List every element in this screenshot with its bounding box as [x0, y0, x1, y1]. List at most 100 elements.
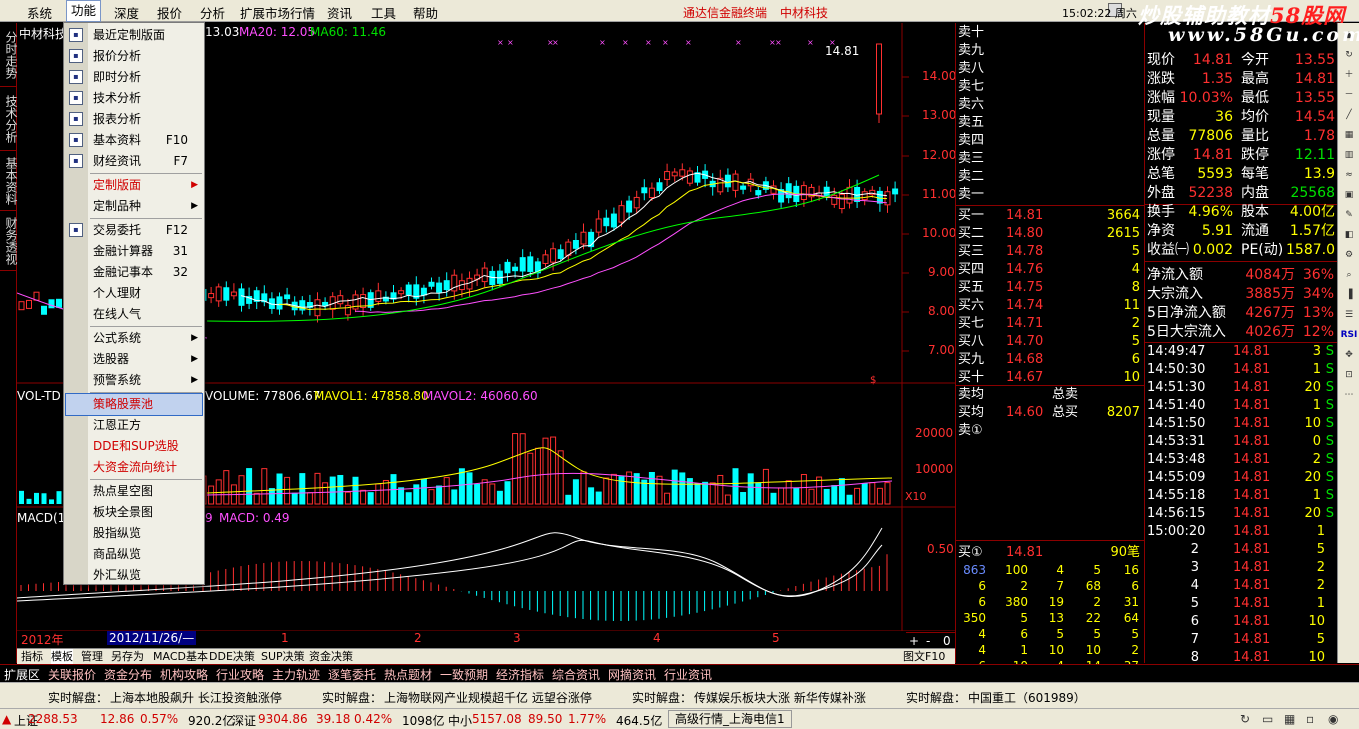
ext-tab[interactable]: 逐笔委托	[328, 666, 376, 683]
refresh-icon[interactable]: ↻	[1340, 47, 1358, 63]
ext-tab[interactable]: 机构攻略	[160, 666, 208, 683]
indicator-tab[interactable]: 另存为	[111, 649, 144, 665]
ticker-headline[interactable]: 传媒娱乐板块大涨 新华传媒补涨	[694, 689, 866, 706]
move-icon[interactable]: ✥	[1340, 347, 1358, 363]
ticker-headline[interactable]: 上海本地股飙升 长江投资触涨停	[110, 689, 282, 706]
ext-tab[interactable]: 热点题材	[384, 666, 432, 683]
ext-tab[interactable]: 一致预期	[440, 666, 488, 683]
bid-row[interactable]: 买三 14.78 5	[956, 243, 1145, 261]
zoom-minus-button[interactable]: -	[926, 634, 930, 648]
ext-tab[interactable]: 关联报价	[48, 666, 96, 683]
menu-item[interactable]: ▪ 交易委托 F12	[64, 220, 204, 241]
search-icon[interactable]: ⌕	[1340, 267, 1358, 283]
settings-icon[interactable]: ⚙	[1340, 247, 1358, 263]
zoom-in-icon[interactable]: ＋	[1340, 67, 1358, 83]
tools-icon[interactable]: ✎	[1340, 207, 1358, 223]
list-icon[interactable]: ☰	[1340, 307, 1358, 323]
menu-item[interactable]: 外汇纵览	[64, 565, 204, 586]
menu-tools[interactable]: 工具	[371, 3, 396, 22]
bid-row[interactable]: 买五 14.75 8	[956, 279, 1145, 297]
ext-tab[interactable]: 网摘资讯	[608, 666, 656, 683]
ask-row[interactable]: 卖一	[956, 186, 1145, 204]
refresh-icon[interactable]: ↻	[1240, 712, 1250, 726]
menu-item[interactable]: 公式系统 ▶	[64, 328, 204, 349]
menu-item[interactable]: 个人理财	[64, 283, 204, 304]
bid-row[interactable]: 买二 14.80 2615	[956, 225, 1145, 243]
menu-item[interactable]: ▪ 最近定制版面	[64, 25, 204, 46]
indicator-tab[interactable]: 模板	[51, 649, 73, 665]
ticker-headline[interactable]: 上海物联网产业规模超千亿 远望谷涨停	[384, 689, 592, 706]
menu-item[interactable]: 商品纵览	[64, 544, 204, 565]
ask-row[interactable]: 卖二	[956, 168, 1145, 186]
bid-row[interactable]: 买七 14.71 2	[956, 315, 1145, 333]
ext-tab[interactable]: 综合资讯	[552, 666, 600, 683]
ask-row[interactable]: 卖六	[956, 96, 1145, 114]
ask-row[interactable]: 卖五	[956, 114, 1145, 132]
ask-row[interactable]: 卖七	[956, 78, 1145, 96]
indicator-tab[interactable]: MACD基本	[153, 649, 208, 665]
ticker-headline[interactable]: 中国重工（601989）	[968, 689, 1086, 706]
indicator-tab[interactable]: SUP决策	[261, 649, 305, 665]
lock-icon[interactable]: ⊡	[1340, 367, 1358, 383]
indicator-tab[interactable]: 管理	[81, 649, 103, 665]
window-icon[interactable]: ▣	[1340, 187, 1358, 203]
tab-technical[interactable]: 技术分析	[0, 87, 18, 151]
f10-button[interactable]: 图文F10	[903, 649, 945, 665]
bid-row[interactable]: 买六 14.74 11	[956, 297, 1145, 315]
ask-row[interactable]: 卖八	[956, 60, 1145, 78]
menu-item[interactable]: 大资金流向统计	[64, 457, 204, 478]
overlay-icon[interactable]: ◧	[1340, 227, 1358, 243]
menu-item[interactable]: 金融计算器 31	[64, 241, 204, 262]
ask-row[interactable]: 卖九	[956, 42, 1145, 60]
ext-tab[interactable]: 扩展区	[4, 666, 40, 683]
menu-extended-market[interactable]: 扩展市场行情	[240, 3, 315, 22]
tab-financials[interactable]: 财务透视	[0, 211, 18, 271]
menu-item[interactable]: 金融记事本 32	[64, 262, 204, 283]
tab-intraday[interactable]: 分时走势	[0, 23, 18, 87]
bid-row[interactable]: 买八 14.70 5	[956, 333, 1145, 351]
broadcast-icon[interactable]: ◉	[1328, 712, 1338, 726]
menu-item[interactable]: ▪ 基本资料 F10	[64, 130, 204, 151]
ask-row[interactable]: 卖四	[956, 132, 1145, 150]
grid-icon[interactable]: ▦	[1340, 127, 1358, 143]
menu-item[interactable]: 定制版面 ▶	[64, 175, 204, 196]
menu-item[interactable]: DDE和SUP选股	[64, 436, 204, 457]
menu-item[interactable]: 预警系统 ▶	[64, 370, 204, 391]
menu-item[interactable]: 在线人气	[64, 304, 204, 325]
indicator-tab[interactable]: 资金决策	[309, 649, 353, 665]
menu-item[interactable]: 热点星空图	[64, 481, 204, 502]
menu-item[interactable]: 定制品种 ▶	[64, 196, 204, 217]
menu-quote[interactable]: 报价	[157, 3, 182, 22]
ext-tab[interactable]: 资金分布	[104, 666, 152, 683]
menu-depth[interactable]: 深度	[114, 3, 139, 22]
menu-analysis[interactable]: 分析	[200, 3, 225, 22]
menu-item[interactable]: 江恩正方	[64, 415, 204, 436]
ext-tab[interactable]: 行业攻略	[216, 666, 264, 683]
menu-item[interactable]: ▪ 即时分析	[64, 67, 204, 88]
menu-item[interactable]: 板块全景图	[64, 502, 204, 523]
tab-fundamentals[interactable]: 基本资料	[0, 151, 18, 211]
ext-tab[interactable]: 主力轨迹	[272, 666, 320, 683]
menu-item[interactable]: 股指纵览	[64, 523, 204, 544]
menu-function[interactable]: 功能	[65, 0, 102, 22]
indicator-tab[interactable]: 指标	[21, 649, 43, 665]
more-icon[interactable]: ⋯	[1340, 387, 1358, 403]
window-icon[interactable]: ▭	[1262, 712, 1273, 726]
zoom-reset-button[interactable]: 0	[943, 634, 951, 648]
minimize-icon[interactable]: ▫	[1306, 712, 1314, 726]
rsi-button[interactable]: RSI	[1340, 327, 1358, 343]
zoom-out-icon[interactable]: －	[1340, 87, 1358, 103]
menu-item[interactable]: ▪ 报价分析	[64, 46, 204, 67]
draw-line-icon[interactable]: ╱	[1340, 107, 1358, 123]
indicator-icon[interactable]: ≈	[1340, 167, 1358, 183]
menu-item[interactable]: ▪ 技术分析	[64, 88, 204, 109]
ask-row[interactable]: 卖三	[956, 150, 1145, 168]
grid-icon[interactable]: ▦	[1284, 712, 1295, 726]
ext-tab[interactable]: 经济指标	[496, 666, 544, 683]
menu-help[interactable]: 帮助	[413, 3, 438, 22]
menu-item[interactable]: 选股器 ▶	[64, 349, 204, 370]
bars-icon[interactable]: ▐	[1340, 287, 1358, 303]
bid-row[interactable]: 买四 14.76 4	[956, 261, 1145, 279]
zoom-plus-button[interactable]: +	[909, 634, 919, 648]
ext-tab[interactable]: 行业资讯	[664, 666, 712, 683]
